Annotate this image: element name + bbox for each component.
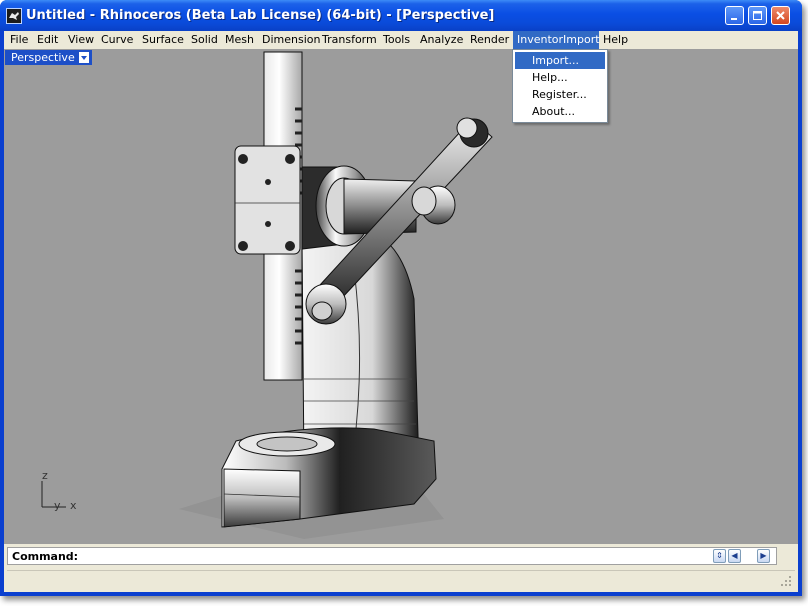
menu-inventorimport[interactable]: InventorImport bbox=[513, 31, 600, 49]
chevron-right-icon: ▶ bbox=[760, 551, 767, 560]
axis-label-x: x bbox=[70, 499, 77, 512]
minimize-icon bbox=[731, 18, 737, 20]
dropdown-item-help[interactable]: Help... bbox=[515, 69, 605, 86]
arbor-press-model[interactable] bbox=[4, 49, 798, 544]
menu-surface[interactable]: Surface bbox=[138, 31, 188, 49]
menu-edit[interactable]: Edit bbox=[33, 31, 62, 49]
command-label: Command: bbox=[12, 550, 79, 563]
rhino-app-icon[interactable] bbox=[6, 8, 22, 24]
menu-view[interactable]: View bbox=[64, 31, 98, 49]
close-button[interactable] bbox=[771, 6, 790, 25]
menu-tools[interactable]: Tools bbox=[379, 31, 414, 49]
up-down-arrows-icon: ⇕ bbox=[716, 551, 723, 560]
axis-label-z: z bbox=[42, 469, 48, 482]
perspective-viewport[interactable]: Perspective z y x bbox=[4, 49, 798, 544]
command-prev-button[interactable]: ◀ bbox=[728, 549, 741, 563]
menu-solid[interactable]: Solid bbox=[187, 31, 222, 49]
menu-dimension[interactable]: Dimension bbox=[258, 31, 324, 49]
resize-grip-icon[interactable] bbox=[780, 575, 792, 587]
axis-label-y: y bbox=[54, 499, 61, 512]
chevron-left-icon: ◀ bbox=[731, 551, 738, 560]
menu-file[interactable]: File bbox=[6, 31, 32, 49]
app-window: Untitled - Rhinoceros (Beta Lab License)… bbox=[0, 0, 802, 596]
dropdown-item-about[interactable]: About... bbox=[515, 103, 605, 120]
close-icon bbox=[776, 11, 785, 20]
menu-transform[interactable]: Transform bbox=[318, 31, 381, 49]
menu-help[interactable]: Help bbox=[599, 31, 632, 49]
status-bar bbox=[7, 570, 795, 589]
command-next-button[interactable]: ▶ bbox=[757, 549, 770, 563]
minimize-button[interactable] bbox=[725, 6, 744, 25]
window-frame-bottom bbox=[0, 592, 802, 596]
inventorimport-dropdown-menu: Import... Help... Register... About... bbox=[512, 49, 608, 123]
window-frame-right bbox=[798, 31, 802, 596]
dropdown-item-import[interactable]: Import... bbox=[515, 52, 605, 69]
command-area: Command: ⇕ ◀ ▶ bbox=[4, 544, 798, 592]
command-input[interactable]: Command: bbox=[7, 547, 777, 565]
maximize-icon bbox=[753, 11, 762, 20]
maximize-button[interactable] bbox=[748, 6, 767, 25]
menu-bar: File Edit View Curve Surface Solid Mesh … bbox=[4, 31, 798, 49]
menu-render[interactable]: Render bbox=[466, 31, 513, 49]
dropdown-item-register[interactable]: Register... bbox=[515, 86, 605, 103]
title-bar[interactable]: Untitled - Rhinoceros (Beta Lab License)… bbox=[0, 0, 802, 31]
command-history-scroll-button[interactable]: ⇕ bbox=[713, 549, 726, 563]
menu-mesh[interactable]: Mesh bbox=[221, 31, 258, 49]
menu-analyze[interactable]: Analyze bbox=[416, 31, 467, 49]
window-title: Untitled - Rhinoceros (Beta Lab License)… bbox=[26, 8, 495, 23]
menu-curve[interactable]: Curve bbox=[97, 31, 137, 49]
